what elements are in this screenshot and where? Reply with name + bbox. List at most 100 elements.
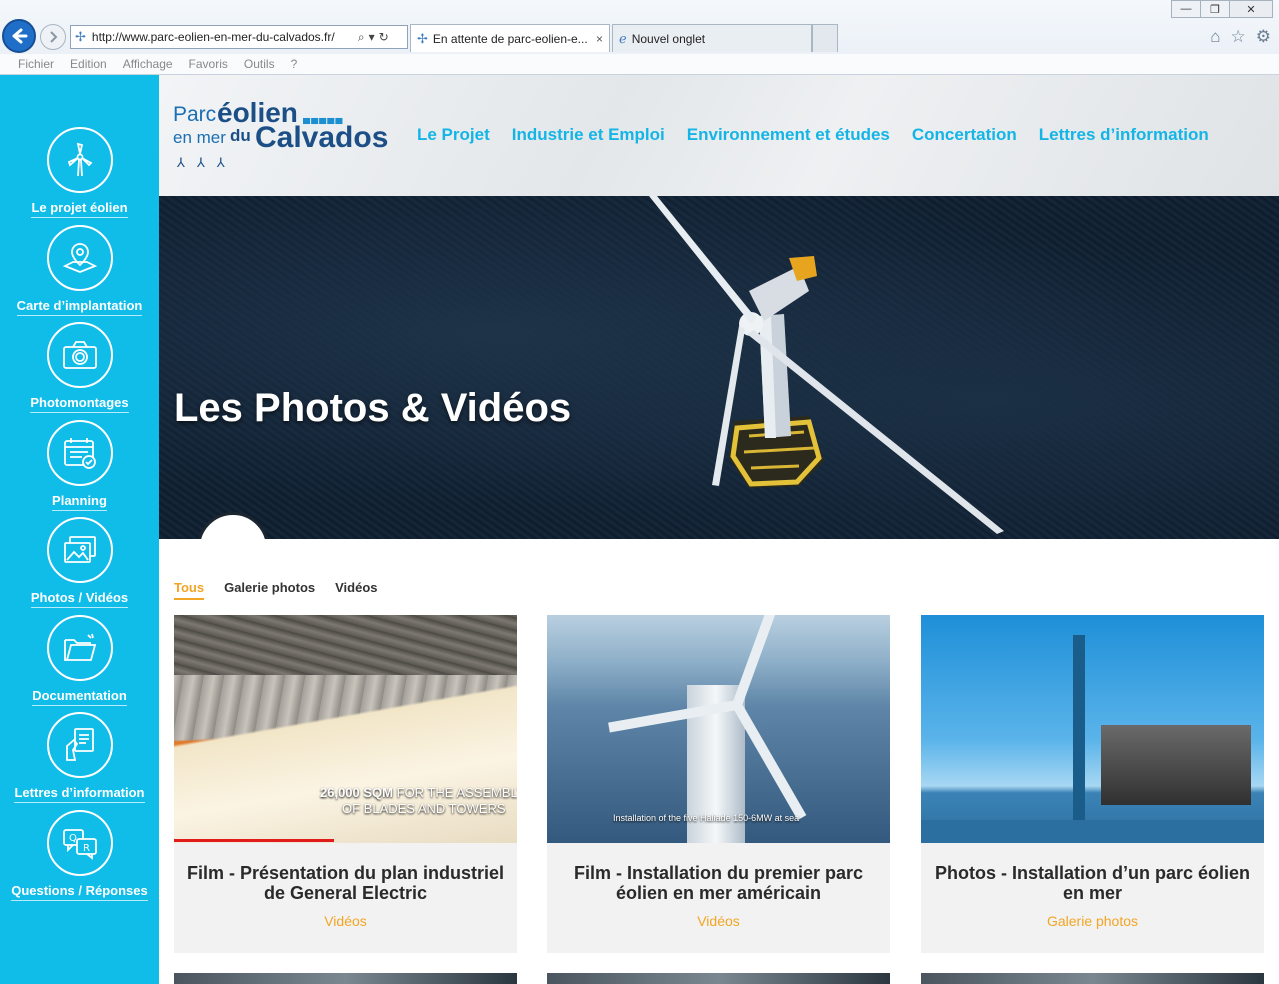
card-category[interactable]: Vidéos (174, 913, 517, 929)
card-thumbnail[interactable]: Installation of the five Haliade 150-6MW… (547, 615, 890, 843)
next-card-thumbnail[interactable] (547, 973, 890, 984)
next-card-thumbnail[interactable] (174, 973, 517, 984)
turbine-blade (732, 615, 787, 707)
turbine-mast (1073, 635, 1085, 825)
newsletter-icon (46, 712, 113, 778)
logo-text: Parc (173, 103, 217, 126)
menu-affichage[interactable]: Affichage (123, 57, 173, 71)
nav-industrie-emploi[interactable]: Industrie et Emploi (512, 125, 665, 145)
arrow-right-icon (50, 31, 58, 43)
tab-label: Nouvel onglet (631, 31, 706, 46)
nav-concertation[interactable]: Concertation (912, 125, 1017, 145)
back-button[interactable] (2, 19, 36, 53)
menu-edition[interactable]: Edition (70, 57, 107, 71)
hero-wind-turbine-image (649, 196, 1004, 534)
card-category[interactable]: Galerie photos (921, 913, 1264, 929)
sidebar-label: Planning (52, 493, 107, 511)
card-title[interactable]: Film - Présentation du plan industriel d… (174, 863, 517, 903)
url-text[interactable]: http://www.parc-eolien-en-mer-du-calvado… (92, 30, 354, 44)
menu-outils[interactable]: Outils (244, 57, 275, 71)
settings-gear-icon[interactable]: ⚙ (1256, 27, 1271, 47)
media-card[interactable]: Photos - Installation d’un parc éolien e… (921, 615, 1264, 953)
tab-new[interactable]: ℯ Nouvel onglet (612, 24, 812, 52)
sidebar-item-projet[interactable]: Le projet éolien (0, 127, 159, 218)
video-progress-bar (174, 839, 334, 842)
sidebar-label: Carte d’implantation (16, 298, 143, 316)
menu-favoris[interactable]: Favoris (189, 57, 228, 71)
sidebar-item-carte[interactable]: Carte d’implantation (0, 225, 159, 316)
map-pin-icon (46, 225, 113, 291)
camera-icon (46, 322, 113, 388)
ie-icon: ℯ (619, 30, 627, 46)
arrow-left-icon (12, 28, 28, 44)
restore-button[interactable]: ❐ (1200, 0, 1230, 18)
thumbnail-caption: 26,000 SQM FOR THE ASSEMBLY (320, 785, 517, 800)
card-category[interactable]: Vidéos (547, 913, 890, 929)
svg-text:R: R (83, 843, 90, 854)
factory-roof (174, 615, 517, 675)
caption-bold: 26,000 SQM (320, 785, 393, 800)
caption-text: FOR THE ASSEMBLY (396, 785, 517, 800)
sidebar-label: Questions / Réponses (11, 883, 148, 901)
new-tab-button[interactable] (812, 24, 838, 52)
media-card[interactable]: Installation of the five Haliade 150-6MW… (547, 615, 890, 953)
window-controls: — ❐ ✕ (1171, 0, 1273, 18)
menu-bar: Fichier Edition Affichage Favoris Outils… (0, 54, 1279, 74)
sidebar-item-documentation[interactable]: Documentation (0, 615, 159, 706)
nav-environnement[interactable]: Environnement et études (687, 125, 890, 145)
filter-videos[interactable]: Vidéos (335, 580, 377, 600)
browser-toolbar-icons: ⌂ ☆ ⚙ (1210, 27, 1271, 47)
nav-lettres[interactable]: Lettres d’information (1039, 125, 1209, 145)
home-icon[interactable]: ⌂ (1210, 27, 1220, 47)
images-icon (46, 517, 113, 583)
address-bar[interactable]: ✢ http://www.parc-eolien-en-mer-du-calva… (70, 25, 408, 49)
filter-tous[interactable]: Tous (174, 580, 205, 600)
filter-tabs: Tous Galerie photos Vidéos (174, 580, 378, 600)
sidebar-label: Photos / Vidéos (30, 590, 129, 608)
filter-galerie-photos[interactable]: Galerie photos (224, 580, 315, 600)
menu-help[interactable]: ? (291, 57, 298, 71)
search-icon[interactable]: ⌕ (358, 30, 365, 45)
sidebar-item-questions[interactable]: Q R Questions / Réponses (0, 810, 159, 901)
nav-le-projet[interactable]: Le Projet (417, 125, 490, 145)
thumbnail-caption: OF BLADES AND TOWERS (342, 801, 506, 816)
logo-text: Calvados (255, 121, 389, 154)
minimize-button[interactable]: — (1171, 0, 1201, 18)
card-thumbnail[interactable] (921, 615, 1264, 843)
favorites-star-icon[interactable]: ☆ (1231, 27, 1246, 47)
next-card-thumbnail[interactable] (921, 973, 1264, 984)
logo-turbines-icon: ⅄⅄⅄ (177, 155, 237, 170)
media-card[interactable]: 26,000 SQM FOR THE ASSEMBLY OF BLADES AN… (174, 615, 517, 953)
forward-button[interactable] (40, 24, 66, 50)
refresh-icon[interactable]: ↻ (379, 30, 389, 44)
qa-bubbles-icon: Q R (46, 810, 113, 876)
sidebar-label: Lettres d’information (14, 785, 145, 803)
sidebar-item-photos-videos[interactable]: Photos / Vidéos (0, 517, 159, 608)
card-title[interactable]: Photos - Installation d’un parc éolien e… (921, 863, 1264, 903)
logo-text: en mer (173, 128, 226, 147)
browser-chrome: ✢ http://www.parc-eolien-en-mer-du-calva… (0, 0, 1279, 75)
site-logo[interactable]: Parc éolien ▄▄▄▄▄ en mer du Calvados ⅄⅄⅄ (173, 97, 388, 170)
main-nav: Le Projet Industrie et Emploi Environnem… (417, 125, 1209, 145)
sea (921, 820, 1264, 843)
folder-icon (46, 615, 113, 681)
dropdown-icon[interactable]: ▾ (369, 30, 375, 44)
menu-fichier[interactable]: Fichier (18, 57, 54, 71)
hero-banner: Les Photos & Vidéos (159, 196, 1279, 539)
tab-label: En attente de parc-eolien-e... (432, 31, 588, 46)
tab-active[interactable]: ✢ En attente de parc-eolien-e... × (410, 24, 610, 52)
close-button[interactable]: ✕ (1229, 0, 1273, 18)
page-title: Les Photos & Vidéos (174, 386, 572, 430)
sidebar-label: Documentation (32, 688, 127, 706)
tab-close-icon[interactable]: × (596, 32, 603, 46)
sidebar-item-planning[interactable]: Planning (0, 420, 159, 511)
card-title[interactable]: Film - Installation du premier parc éoli… (547, 863, 890, 903)
svg-text:Q: Q (69, 833, 77, 844)
wind-turbine-icon (46, 127, 113, 193)
sidebar-item-photomontages[interactable]: Photomontages (0, 322, 159, 413)
site-favicon-icon: ✢ (417, 30, 428, 46)
jackup-vessel (1101, 725, 1251, 805)
sidebar-label: Photomontages (30, 395, 129, 413)
card-thumbnail[interactable]: 26,000 SQM FOR THE ASSEMBLY OF BLADES AN… (174, 615, 517, 843)
sidebar-item-lettres[interactable]: Lettres d’information (0, 712, 159, 803)
